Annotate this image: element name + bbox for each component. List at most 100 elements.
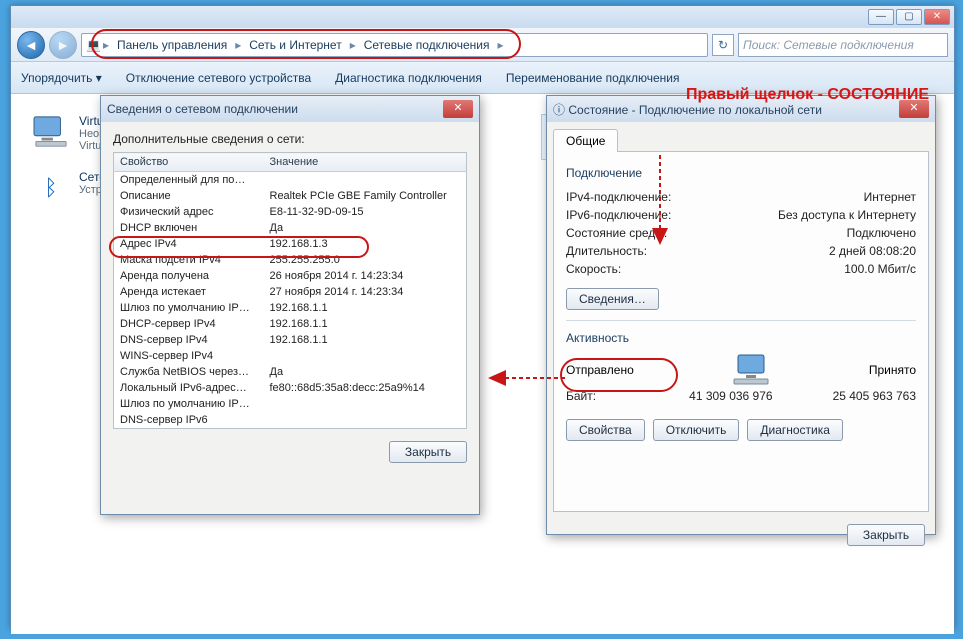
network-details-dialog: Сведения о сетевом подключении ✕ Дополни… <box>100 95 480 515</box>
status-key: Длительность: <box>566 244 647 258</box>
toolbar-diagnose[interactable]: Диагностика подключения <box>335 71 482 85</box>
window-titlebar: — ▢ ✕ <box>11 6 954 28</box>
sent-bytes: 41 309 036 976 <box>689 389 772 403</box>
property-cell: Шлюз по умолчанию IP… <box>114 300 264 316</box>
status-key: Скорость: <box>566 262 621 276</box>
group-connection: Подключение <box>566 166 916 180</box>
sent-label: Отправлено <box>566 363 634 377</box>
value-cell: 26 ноября 2014 г. 14:23:34 <box>264 268 467 284</box>
table-row: ОписаниеRealtek PCIe GBE Family Controll… <box>114 188 467 204</box>
maximize-button[interactable]: ▢ <box>896 9 922 25</box>
value-cell: 192.168.1.1 <box>264 332 467 348</box>
activity-row: Отправлено Принято <box>566 353 916 387</box>
nav-forward-button[interactable]: ► <box>49 31 77 59</box>
property-cell: Служба NetBIOS через… <box>114 364 264 380</box>
breadcrumb-item[interactable]: Сеть и Интернет <box>243 38 347 52</box>
table-row: DNS-сервер IPv6 <box>114 412 467 429</box>
toolbar-organize[interactable]: Упорядочить ▾ <box>21 71 102 85</box>
status-row: IPv6-подключение: Без доступа к Интернету <box>566 206 916 224</box>
property-cell: DNS-сервер IPv4 <box>114 332 264 348</box>
info-icon: ⓘ <box>553 103 565 117</box>
value-cell: 192.168.1.3 <box>264 236 467 252</box>
col-property: Свойство <box>114 153 264 172</box>
property-cell: Шлюз по умолчанию IP… <box>114 396 264 412</box>
property-cell: DHCP включен <box>114 220 264 236</box>
value-cell: E8-11-32-9D-09-15 <box>264 204 467 220</box>
value-cell: 192.168.1.1 <box>264 300 467 316</box>
table-row: DNS-сервер IPv4192.168.1.1 <box>114 332 467 348</box>
address-bar: ◄ ► 💻 ▸ Панель управления ▸ Сеть и Интер… <box>11 28 954 62</box>
search-placeholder: Поиск: Сетевые подключения <box>743 38 914 52</box>
property-cell: Физический адрес <box>114 204 264 220</box>
table-row: Аренда получена26 ноября 2014 г. 14:23:3… <box>114 268 467 284</box>
status-row: IPv4-подключение: Интернет <box>566 188 916 206</box>
table-row: Служба NetBIOS через…Да <box>114 364 467 380</box>
status-key: Состояние среды: <box>566 226 667 240</box>
table-row: Шлюз по умолчанию IP…192.168.1.1 <box>114 300 467 316</box>
diagnostics-button[interactable]: Диагностика <box>747 419 843 441</box>
status-value: 100.0 Мбит/с <box>844 262 916 276</box>
properties-button[interactable]: Свойства <box>566 419 645 441</box>
table-row: Физический адресE8-11-32-9D-09-15 <box>114 204 467 220</box>
nav-back-button[interactable]: ◄ <box>17 31 45 59</box>
status-row: Скорость: 100.0 Мбит/с <box>566 260 916 278</box>
table-row: Аренда истекает27 ноября 2014 г. 14:23:3… <box>114 284 467 300</box>
dialog-title: Состояние - Подключение по локальной сет… <box>568 103 822 117</box>
network-adapter-icon <box>31 114 71 150</box>
details-header: Дополнительные сведения о сети: <box>113 132 467 146</box>
details-table: Свойство Значение Определенный для по…Оп… <box>113 152 467 429</box>
status-value: Подключено <box>847 226 916 240</box>
details-button[interactable]: Сведения… <box>566 288 659 310</box>
close-icon[interactable]: ✕ <box>443 100 473 118</box>
property-cell: WINS-сервер IPv4 <box>114 348 264 364</box>
property-cell: Определенный для по… <box>114 172 264 189</box>
toolbar-rename[interactable]: Переименование подключения <box>506 71 680 85</box>
breadcrumb-item[interactable]: Сетевые подключения <box>358 38 496 52</box>
status-value: Без доступа к Интернету <box>778 208 916 222</box>
dialog-titlebar[interactable]: Сведения о сетевом подключении ✕ <box>101 96 479 122</box>
status-row: Состояние среды: Подключено <box>566 224 916 242</box>
property-cell: Маска подсети IPv4 <box>114 252 264 268</box>
property-cell: DHCP-сервер IPv4 <box>114 316 264 332</box>
annotation-text: Правый щелчок - СОСТОЯНИЕ <box>686 86 929 104</box>
breadcrumb-icon: 💻 <box>86 38 101 52</box>
breadcrumb-item[interactable]: Панель управления <box>111 38 233 52</box>
table-row: Локальный IPv6-адрес…fe80::68d5:35a8:dec… <box>114 380 467 396</box>
property-cell: Описание <box>114 188 264 204</box>
tab-general[interactable]: Общие <box>553 129 618 152</box>
activity-icon <box>716 353 786 387</box>
breadcrumb[interactable]: 💻 ▸ Панель управления ▸ Сеть и Интернет … <box>81 33 708 57</box>
value-cell <box>264 396 467 412</box>
refresh-button[interactable]: ↻ <box>712 34 734 56</box>
status-key: IPv4-подключение: <box>566 190 671 204</box>
status-key: IPv6-подключение: <box>566 208 671 222</box>
property-cell: Аренда получена <box>114 268 264 284</box>
table-row: Определенный для по… <box>114 172 467 189</box>
status-row: Длительность:2 дней 08:08:20 <box>566 242 916 260</box>
connection-status-dialog: ⓘ Состояние - Подключение по локальной с… <box>546 95 936 535</box>
group-activity: Активность <box>566 331 916 345</box>
toolbar-disable-device[interactable]: Отключение сетевого устройства <box>126 71 311 85</box>
recv-bytes: 25 405 963 763 <box>833 389 916 403</box>
close-button[interactable]: ✕ <box>924 9 950 25</box>
close-button[interactable]: Закрыть <box>389 441 467 463</box>
disable-button[interactable]: Отключить <box>653 419 740 441</box>
dialog-title: Сведения о сетевом подключении <box>107 102 298 116</box>
value-cell <box>264 172 467 189</box>
property-cell: DNS-сервер IPv6 <box>114 412 264 429</box>
bytes-label: Байт: <box>566 389 596 403</box>
property-cell: Адрес IPv4 <box>114 236 264 252</box>
status-value: Интернет <box>864 190 916 204</box>
recv-label: Принято <box>869 363 916 377</box>
value-cell: fe80::68d5:35a8:decc:25a9%14 <box>264 380 467 396</box>
value-cell: Да <box>264 364 467 380</box>
table-row: DHCP-сервер IPv4192.168.1.1 <box>114 316 467 332</box>
search-input[interactable]: Поиск: Сетевые подключения <box>738 33 948 57</box>
value-cell: Да <box>264 220 467 236</box>
table-row: Шлюз по умолчанию IP… <box>114 396 467 412</box>
col-value: Значение <box>264 153 467 172</box>
value-cell: 27 ноября 2014 г. 14:23:34 <box>264 284 467 300</box>
close-button[interactable]: Закрыть <box>847 524 925 546</box>
minimize-button[interactable]: — <box>868 9 894 25</box>
value-cell <box>264 348 467 364</box>
